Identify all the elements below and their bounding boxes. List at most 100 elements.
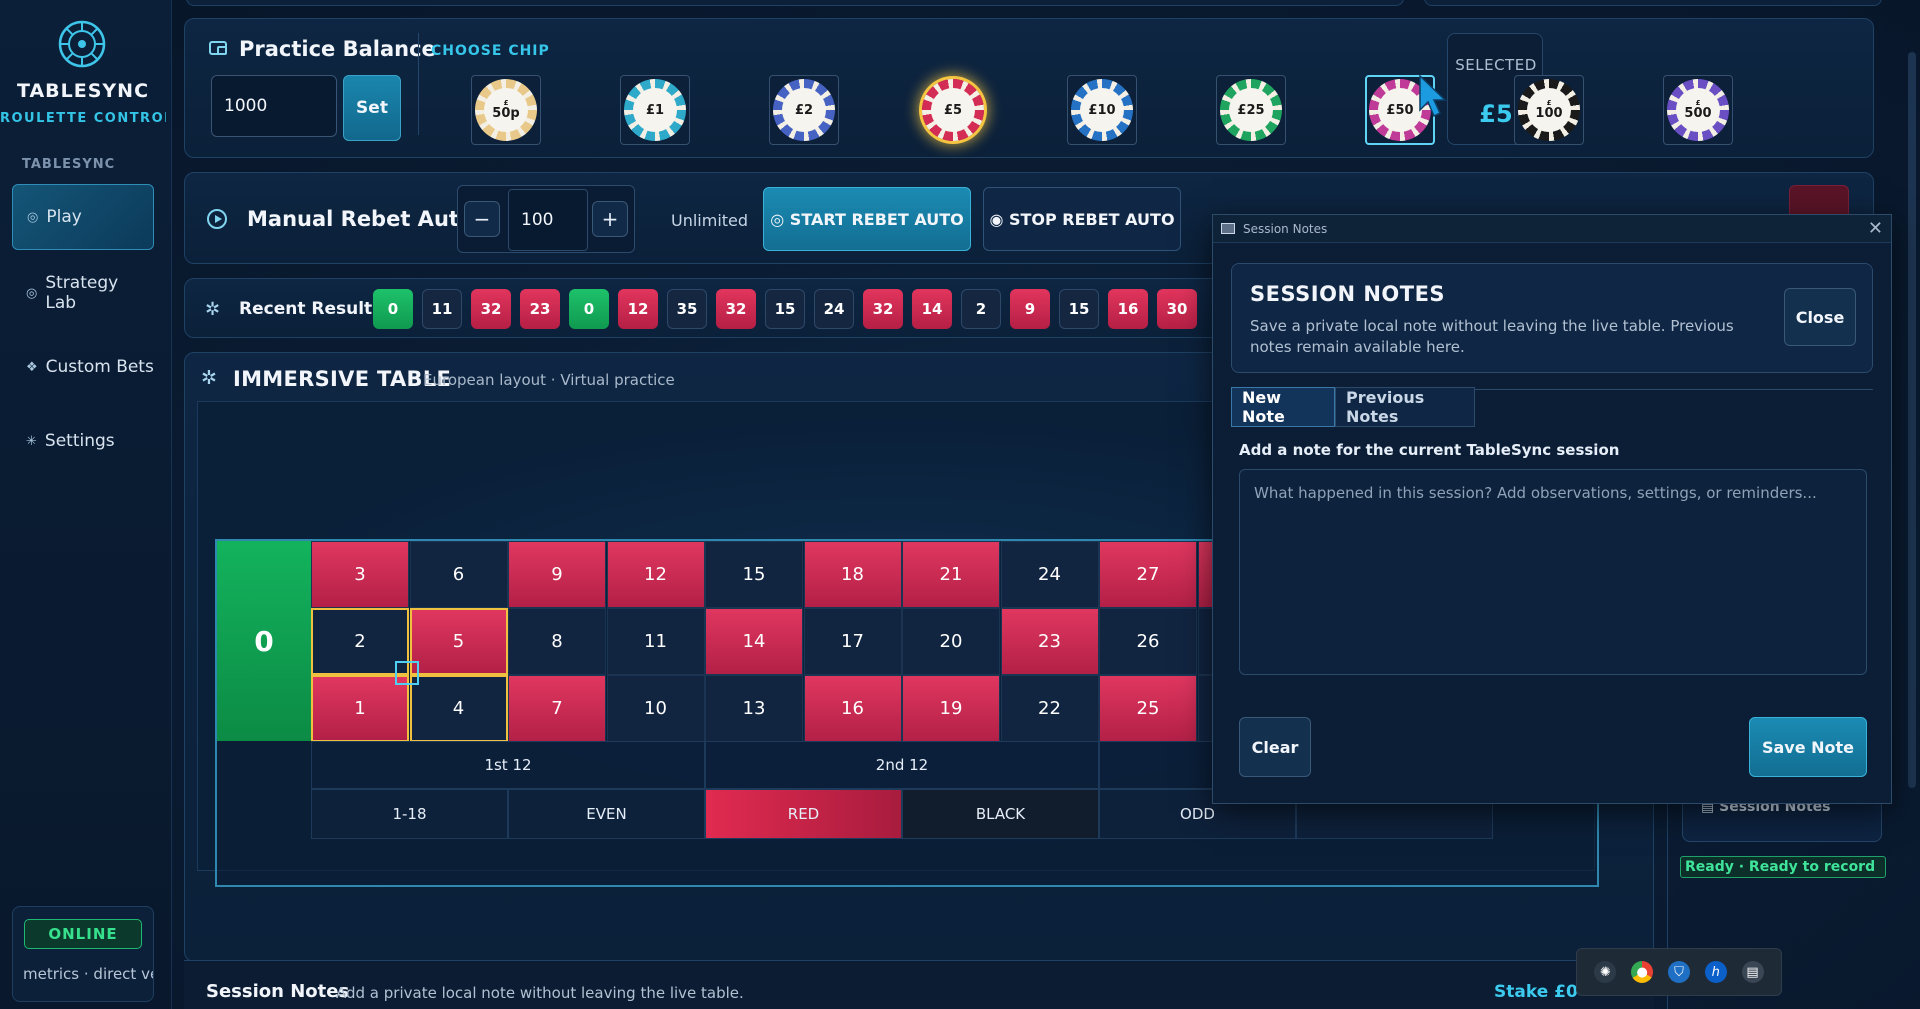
selected-label: SELECTED: [1455, 56, 1537, 74]
outside-bet[interactable]: BLACK: [902, 789, 1099, 839]
number-cell[interactable]: 21: [902, 541, 1000, 608]
chip-option[interactable]: £10: [1067, 75, 1137, 145]
chip-option[interactable]: £25: [1216, 75, 1286, 145]
connection-status-card: ONLINE metrics · direct ve: [12, 906, 154, 1002]
number-cell[interactable]: 26: [1099, 608, 1197, 675]
number-cell[interactable]: 14: [705, 608, 803, 675]
sidebar-section-label: TABLESYNC: [22, 157, 116, 172]
choose-chip-label: CHOOSE CHIP: [431, 43, 550, 59]
chip-face: £1: [633, 88, 677, 132]
set-balance-button[interactable]: Set: [343, 75, 401, 141]
note-textarea[interactable]: [1239, 469, 1867, 675]
chip-icon: £5: [922, 79, 984, 141]
session-notes-bar: Session Notes Add a private local note w…: [184, 960, 1654, 1009]
number-cell[interactable]: 11: [606, 608, 705, 675]
chrome-icon[interactable]: ●: [1631, 961, 1654, 983]
dozen-bet[interactable]: 2nd 12: [705, 741, 1099, 789]
number-cell[interactable]: 20: [902, 608, 1000, 675]
close-button[interactable]: Close: [1784, 288, 1856, 346]
chip-icon: £25: [1220, 79, 1282, 141]
start-rebet-auto-button[interactable]: ◎ START REBET AUTO: [763, 187, 971, 251]
outside-bet[interactable]: EVEN: [508, 789, 705, 839]
increment-button[interactable]: +: [592, 201, 628, 237]
chip-icon: £500: [1667, 79, 1729, 141]
brand-name: TABLESYNC: [16, 80, 150, 102]
rebet-count-input[interactable]: [508, 189, 588, 251]
tab-new-note[interactable]: New Note: [1231, 387, 1335, 427]
chip-label: £5: [943, 102, 963, 118]
corner-bet-marker[interactable]: [395, 661, 419, 685]
hp-icon[interactable]: ℎ: [1704, 961, 1727, 983]
chip-option[interactable]: £50p: [471, 75, 541, 145]
number-cell[interactable]: 15: [705, 541, 803, 608]
window-close-button[interactable]: ✕: [1868, 218, 1883, 239]
sidebar-item-play[interactable]: ◎ Play: [12, 184, 154, 250]
chip-label: £2: [794, 102, 814, 118]
stop-rebet-auto-button[interactable]: ◉ STOP REBET AUTO: [983, 187, 1181, 251]
number-cell[interactable]: 6: [409, 541, 508, 608]
outside-bet[interactable]: RED: [705, 789, 902, 839]
number-cell[interactable]: 7: [508, 675, 606, 742]
chip-label: £50: [1386, 102, 1414, 118]
chip-option[interactable]: £2: [769, 75, 839, 145]
page-scrollbar[interactable]: [1908, 52, 1916, 788]
number-cell[interactable]: 24: [1000, 541, 1099, 608]
chat-icon[interactable]: ▤: [1741, 961, 1764, 983]
number-cell[interactable]: 18: [803, 541, 902, 608]
sidebar-item-strategy-lab[interactable]: ◎ Strategy Lab: [12, 260, 154, 326]
chip-face: £5: [931, 88, 975, 132]
recent-results-title: Recent Results: [239, 299, 383, 319]
number-cell[interactable]: 22: [1000, 675, 1099, 742]
clear-button[interactable]: Clear: [1239, 717, 1311, 777]
unlimited-toggle[interactable]: Unlimited: [671, 211, 748, 230]
number-cell[interactable]: 8: [508, 608, 606, 675]
chatgpt-icon[interactable]: ✺: [1594, 961, 1617, 983]
balance-input[interactable]: [211, 75, 337, 137]
chip-option[interactable]: £500: [1663, 75, 1733, 145]
number-cell[interactable]: 13: [705, 675, 803, 742]
chip-option[interactable]: £1: [620, 75, 690, 145]
number-zero[interactable]: 0: [217, 541, 311, 741]
number-cell[interactable]: 19: [902, 675, 1000, 742]
status-meta: metrics · direct ve: [23, 965, 153, 983]
dozen-bet[interactable]: 1st 12: [311, 741, 705, 789]
sidebar-item-settings[interactable]: ✳ Settings: [12, 408, 154, 474]
play-circle-icon: [207, 209, 227, 229]
chip-face: £50p: [484, 88, 528, 132]
sidebar-item-custom-bets[interactable]: ❖ Custom Bets: [12, 334, 154, 400]
outside-bet[interactable]: 1-18: [311, 789, 508, 839]
chip-icon: £10: [1071, 79, 1133, 141]
divider: [418, 33, 419, 135]
roulette-wheel-icon: ✲: [201, 367, 217, 389]
number-cell[interactable]: 5: [409, 608, 508, 675]
number-cell[interactable]: 4: [409, 675, 508, 742]
result-chip: 30: [1157, 289, 1197, 329]
shield-icon[interactable]: ⛉: [1667, 961, 1690, 983]
number-cell[interactable]: 25: [1099, 675, 1197, 742]
number-cell[interactable]: 1: [311, 675, 409, 742]
chip-option[interactable]: £5: [918, 75, 988, 145]
chip-face: £10: [1080, 88, 1124, 132]
number-cell[interactable]: 27: [1099, 541, 1197, 608]
save-note-button[interactable]: Save Note: [1749, 717, 1867, 777]
number-cell[interactable]: 16: [803, 675, 902, 742]
result-chip: 15: [1059, 289, 1099, 329]
chip-label: £10: [1088, 102, 1116, 118]
chip-option[interactable]: £100: [1514, 75, 1584, 145]
window-app-icon: [1221, 223, 1235, 234]
sidebar-item-label: Play: [46, 207, 82, 227]
chip-icon: £2: [773, 79, 835, 141]
tab-previous-notes[interactable]: Previous Notes: [1335, 387, 1475, 427]
chip-face: £100: [1527, 88, 1571, 132]
modal-subtitle: Save a private local note without leavin…: [1250, 317, 1734, 356]
number-cell[interactable]: 12: [606, 541, 705, 608]
number-cell[interactable]: 23: [1000, 608, 1099, 675]
table-title: IMMERSIVE TABLE: [233, 367, 452, 391]
number-cell[interactable]: 3: [311, 541, 409, 608]
number-cell[interactable]: 9: [508, 541, 606, 608]
decrement-button[interactable]: −: [464, 201, 500, 237]
result-chip: 2: [961, 289, 1001, 329]
chip-label: £25: [1237, 102, 1265, 118]
number-cell[interactable]: 10: [606, 675, 705, 742]
number-cell[interactable]: 17: [803, 608, 902, 675]
